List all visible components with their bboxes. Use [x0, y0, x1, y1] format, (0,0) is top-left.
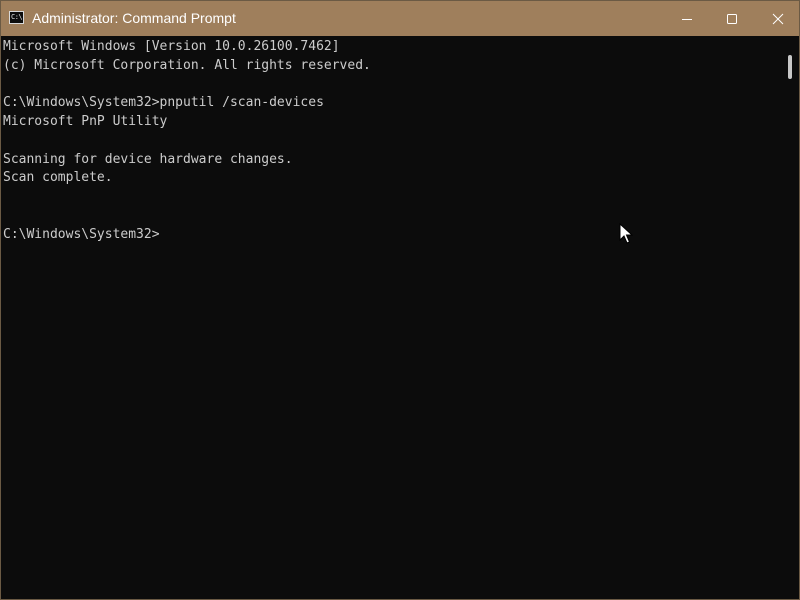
close-button[interactable] [755, 1, 799, 36]
app-icon-glyph: C:\ [11, 13, 23, 21]
console-line: Scan complete. [3, 170, 113, 186]
scrollbar-thumb[interactable] [788, 55, 792, 79]
command-prompt-window: C:\ Administrator: Command Prompt Micros… [0, 0, 800, 600]
maximize-icon [727, 13, 737, 24]
close-icon [772, 13, 784, 24]
minimize-icon [682, 18, 692, 20]
minimize-button[interactable] [664, 1, 710, 36]
console-line: Microsoft Windows [Version 10.0.26100.74… [3, 39, 340, 54]
command-prompt-icon[interactable]: C:\ [9, 11, 24, 24]
console-line: (c) Microsoft Corporation. All rights re… [3, 57, 371, 73]
console-line: Microsoft PnP Utility [3, 114, 168, 129]
mouse-pointer-icon [619, 223, 633, 244]
command-prompt-line[interactable]: C:\Windows\System32> [3, 226, 781, 245]
console-line: Scanning for device hardware changes. [3, 151, 293, 167]
console-line: C:\Windows\System32>pnputil /scan-device… [3, 95, 324, 111]
title-bar[interactable]: C:\ Administrator: Command Prompt [1, 1, 799, 36]
vertical-scrollbar[interactable] [783, 36, 797, 599]
console-output[interactable]: Microsoft Windows [Version 10.0.26100.74… [1, 36, 781, 599]
maximize-button[interactable] [709, 1, 755, 36]
window-title: Administrator: Command Prompt [32, 10, 236, 26]
